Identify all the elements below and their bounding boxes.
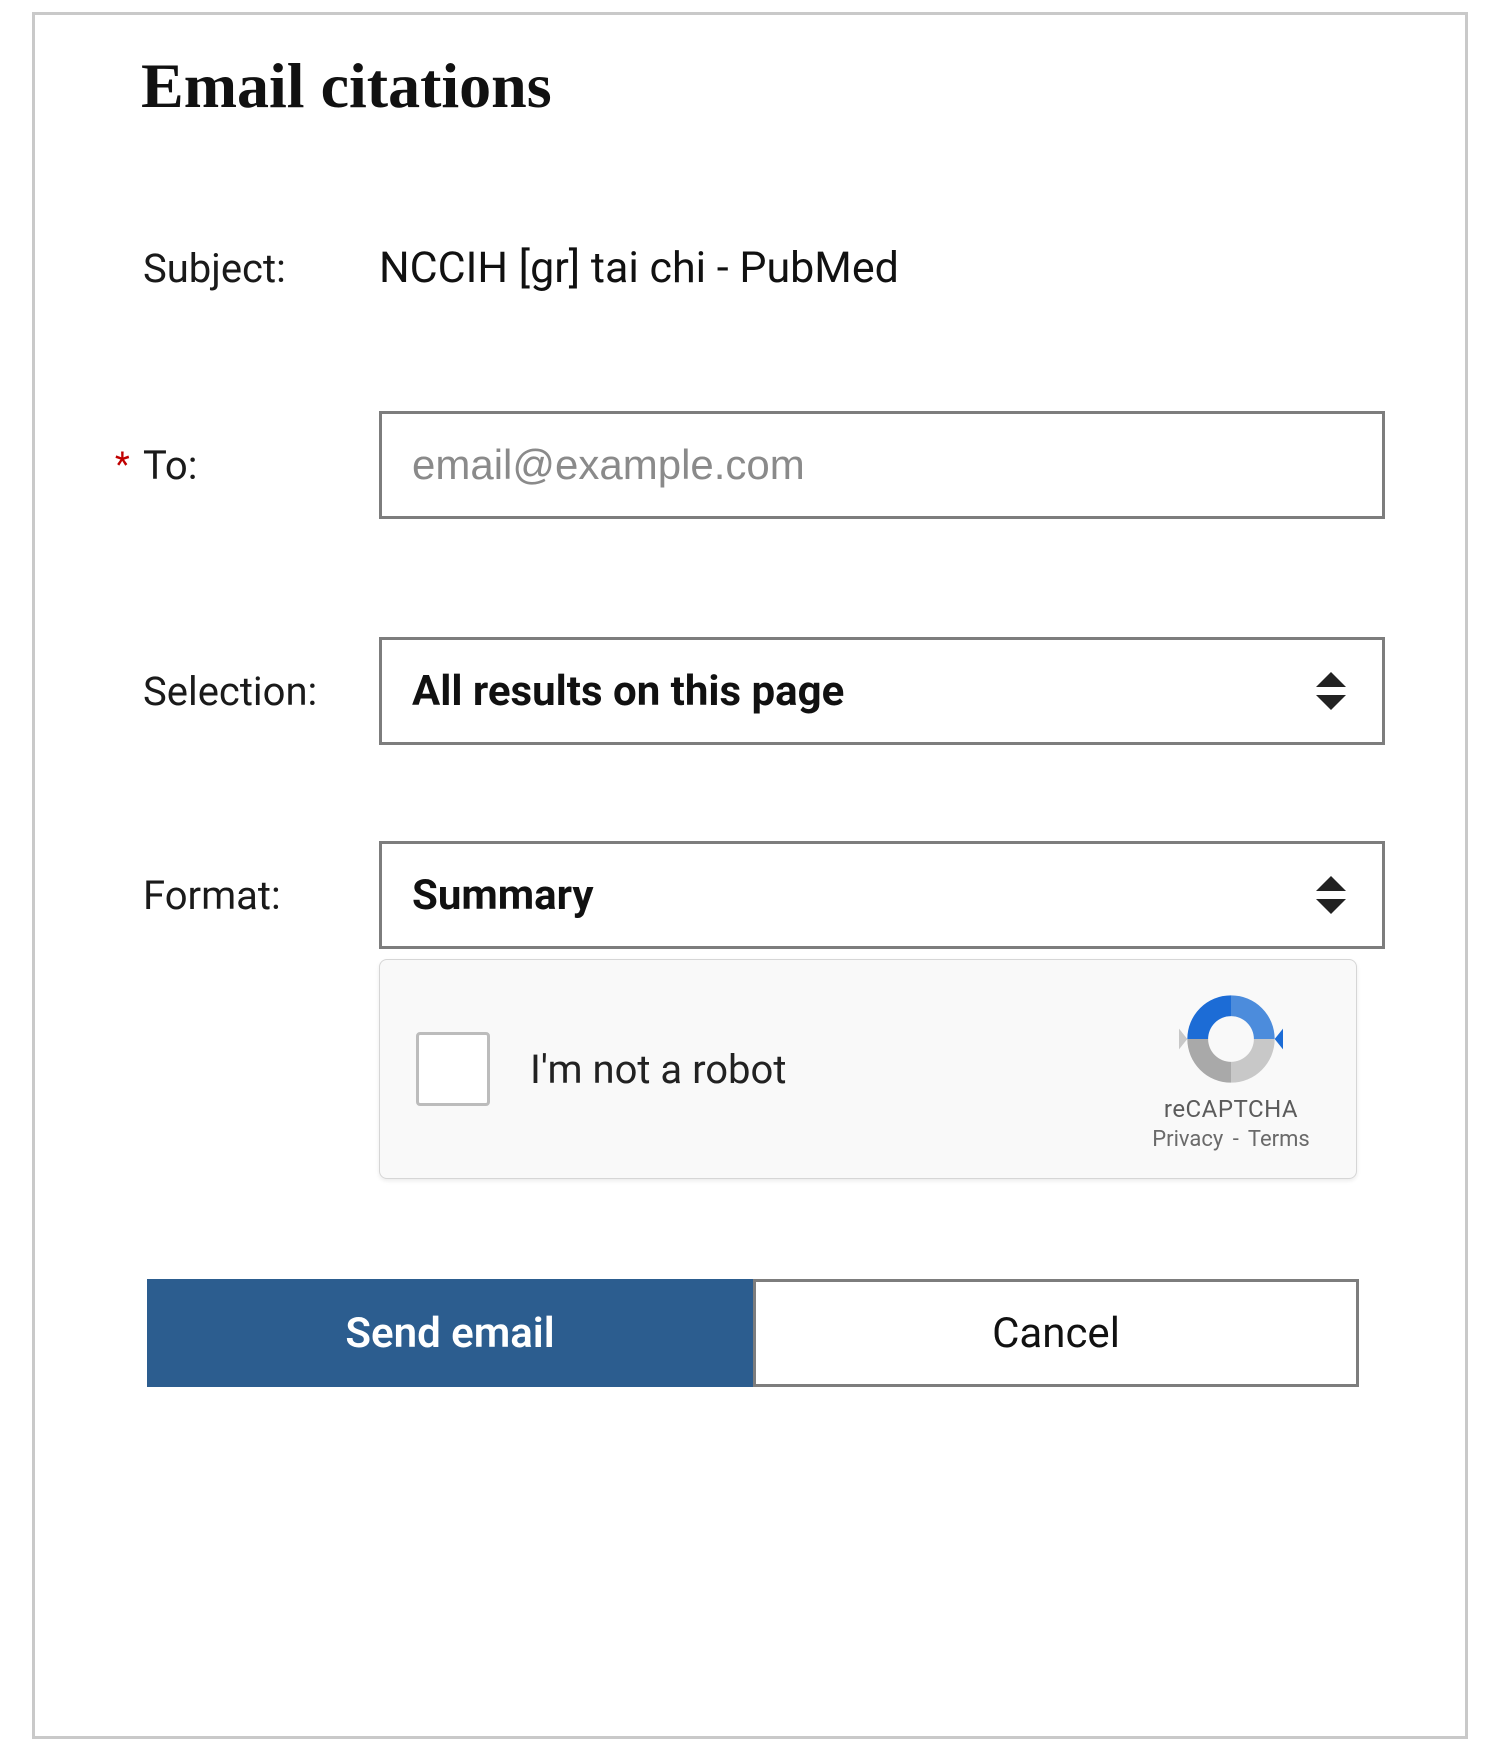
format-select[interactable]: Summary bbox=[379, 841, 1385, 949]
send-email-button[interactable]: Send email bbox=[147, 1279, 753, 1387]
row-selection: Selection: All results on this page bbox=[115, 637, 1385, 745]
recaptcha-branding: reCAPTCHA Privacy - Terms bbox=[1136, 987, 1326, 1152]
row-format: Format: Summary bbox=[115, 841, 1385, 949]
sort-icon bbox=[1314, 876, 1348, 914]
action-row: Send email Cancel bbox=[115, 1279, 1385, 1387]
chevron-up-icon bbox=[1316, 876, 1346, 891]
sort-icon bbox=[1314, 672, 1348, 710]
row-subject: Subject: NCCIH [gr] tai chi - PubMed bbox=[115, 243, 1385, 293]
selection-value: All results on this page bbox=[412, 667, 844, 716]
selection-label: Selection: bbox=[143, 668, 379, 715]
recaptcha-widget: I'm not a robot bbox=[379, 959, 1357, 1179]
separator: - bbox=[1233, 1127, 1239, 1152]
format-value: Summary bbox=[412, 871, 594, 920]
to-label: To: bbox=[143, 442, 379, 489]
recaptcha-checkbox[interactable] bbox=[416, 1032, 490, 1106]
row-recaptcha: I'm not a robot bbox=[115, 959, 1385, 1179]
recaptcha-privacy-link[interactable]: Privacy bbox=[1152, 1127, 1223, 1152]
chevron-up-icon bbox=[1316, 672, 1346, 687]
recaptcha-legal: Privacy - Terms bbox=[1152, 1127, 1310, 1152]
cancel-button[interactable]: Cancel bbox=[753, 1279, 1359, 1387]
to-input[interactable] bbox=[379, 411, 1385, 519]
recaptcha-icon bbox=[1179, 987, 1283, 1091]
subject-label: Subject: bbox=[143, 245, 379, 292]
row-to: * To: bbox=[115, 411, 1385, 519]
required-marker: * bbox=[115, 448, 139, 482]
page-title: Email citations bbox=[141, 49, 1385, 123]
selection-select[interactable]: All results on this page bbox=[379, 637, 1385, 745]
subject-value: NCCIH [gr] tai chi - PubMed bbox=[379, 243, 1385, 293]
recaptcha-brand-text: reCAPTCHA bbox=[1164, 1095, 1298, 1123]
email-citations-panel: Email citations Subject: NCCIH [gr] tai … bbox=[32, 12, 1468, 1739]
recaptcha-terms-link[interactable]: Terms bbox=[1248, 1127, 1310, 1152]
chevron-down-icon bbox=[1316, 899, 1346, 914]
recaptcha-label: I'm not a robot bbox=[530, 1046, 1136, 1093]
chevron-down-icon bbox=[1316, 695, 1346, 710]
format-label: Format: bbox=[143, 872, 379, 919]
